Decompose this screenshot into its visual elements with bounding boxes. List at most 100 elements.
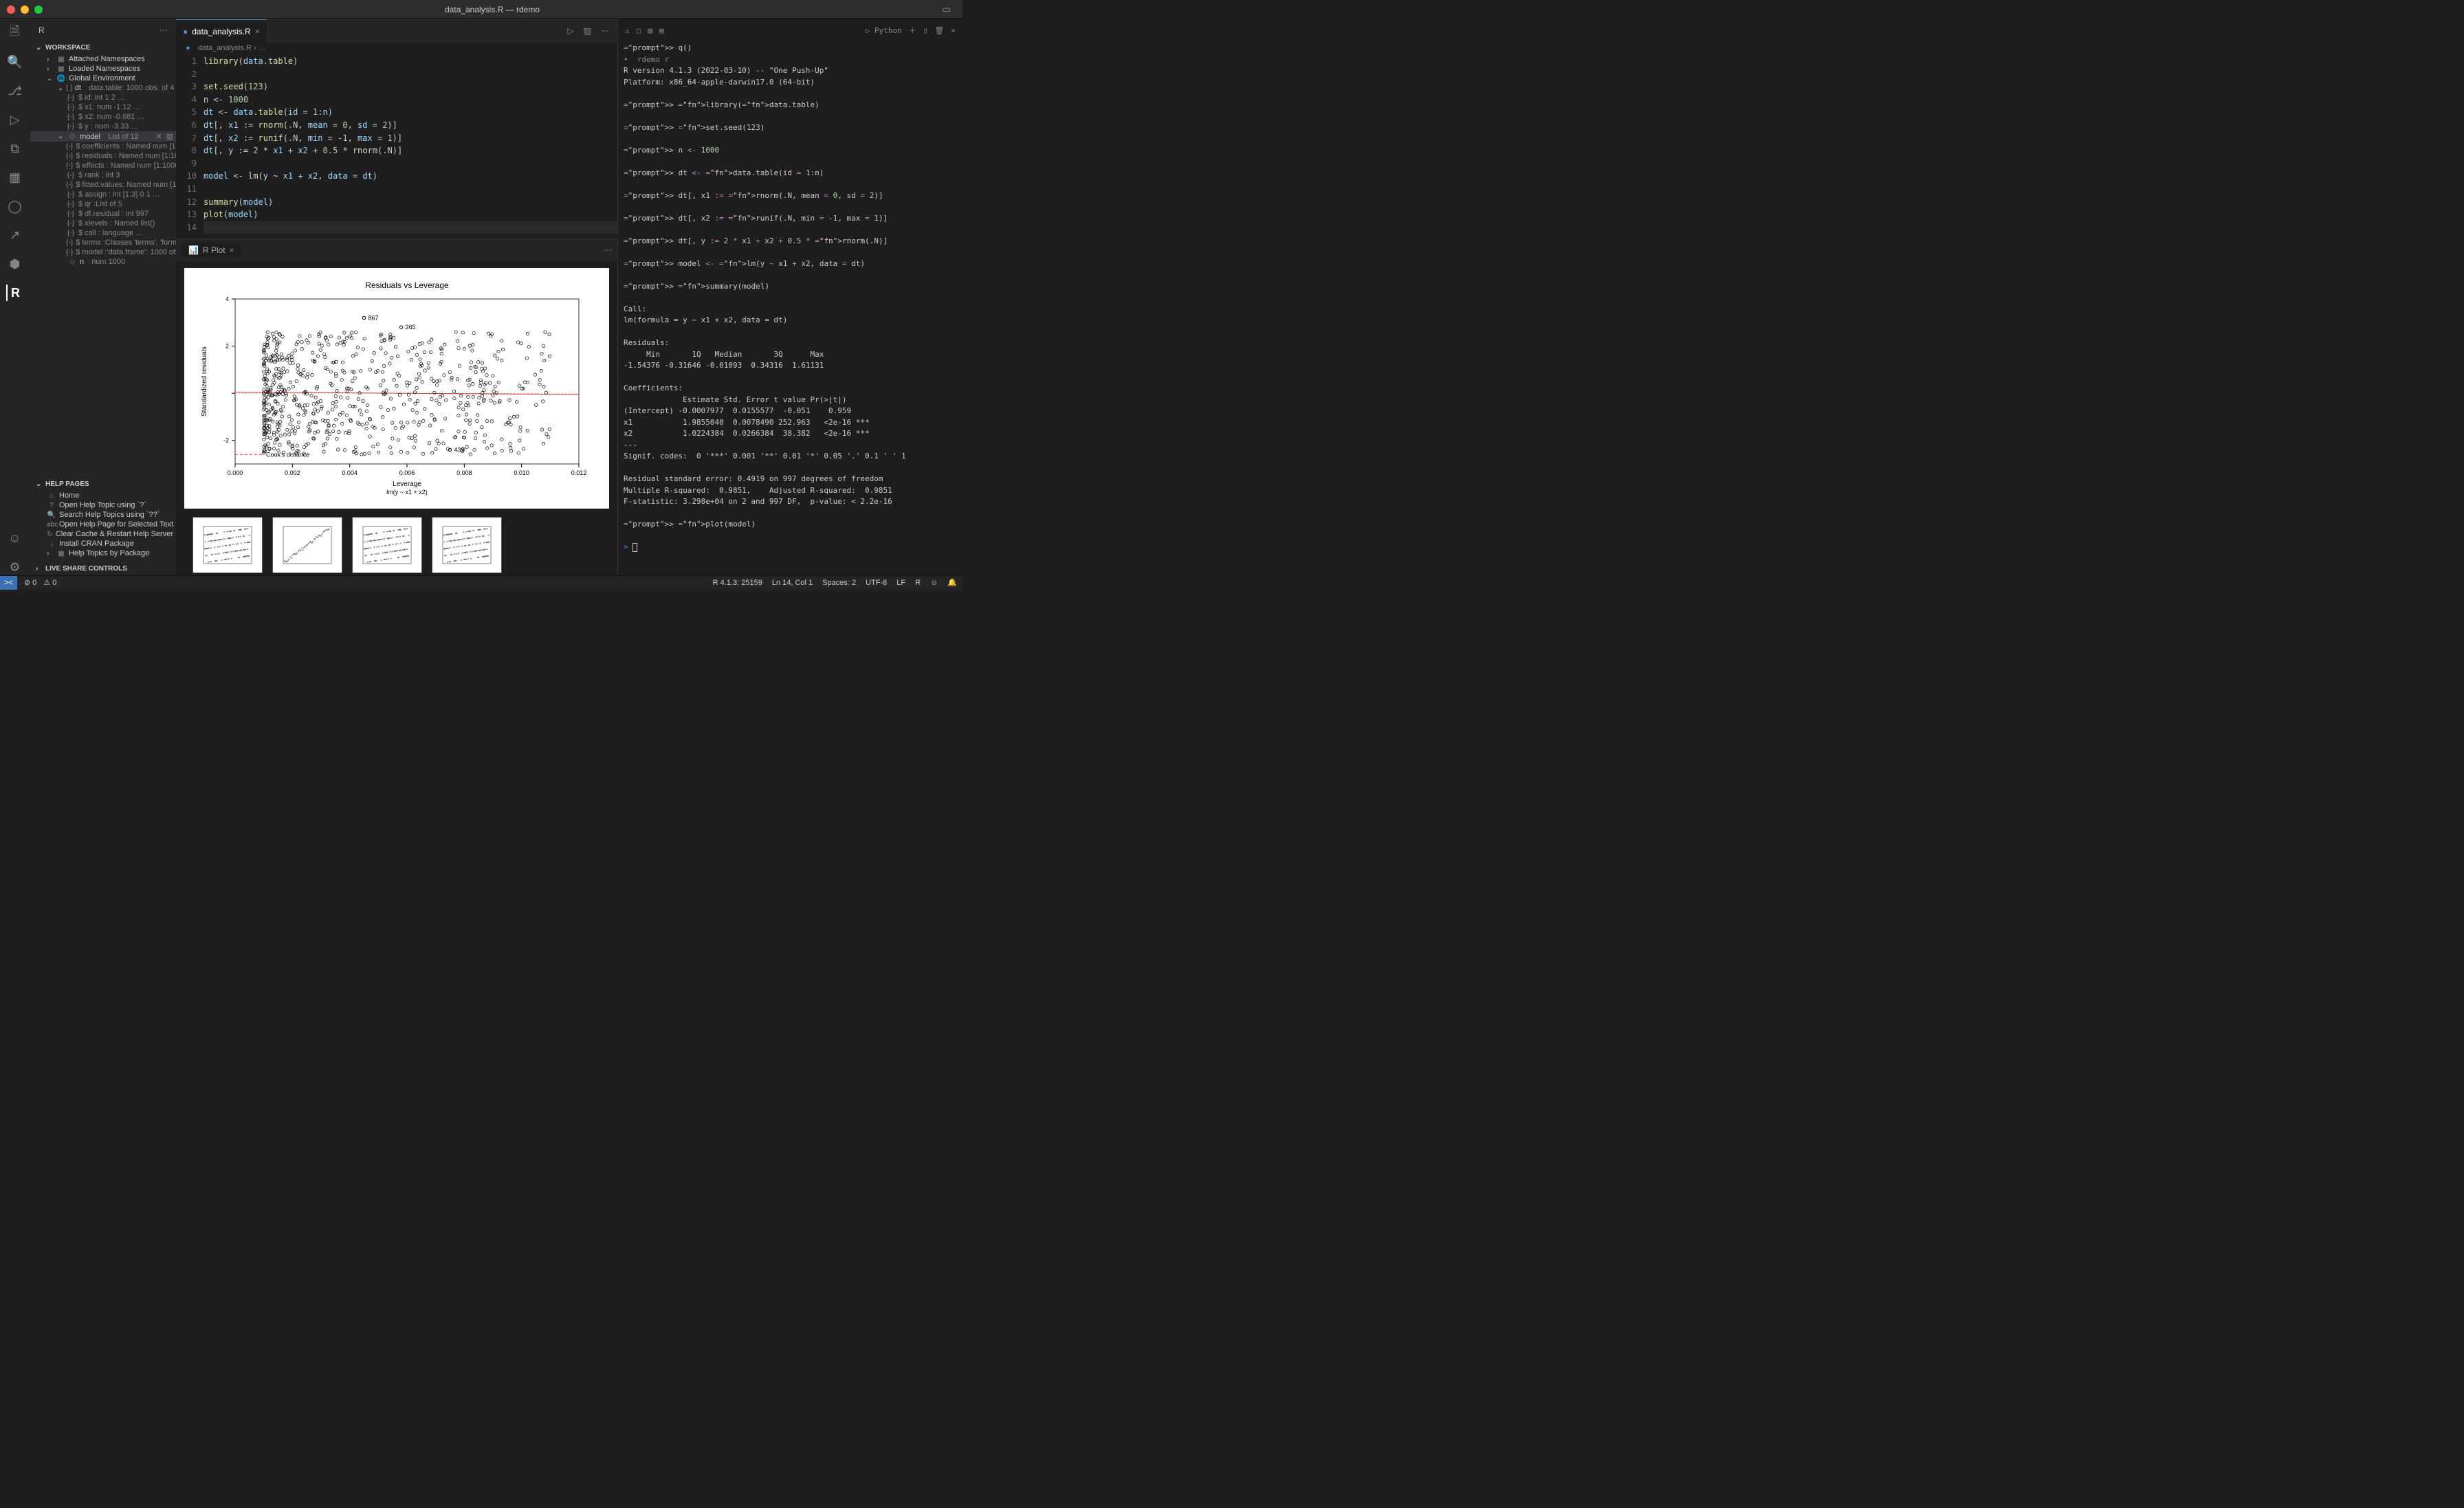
- r-version-status[interactable]: R 4.1.3: 25159: [713, 579, 762, 587]
- svg-text:439: 439: [454, 446, 465, 453]
- statusbar: >< ⊘ 0 ⚠ 0 R 4.1.3: 25159 Ln 14, Col 1 S…: [0, 575, 962, 589]
- plot-thumb-3[interactable]: [352, 517, 422, 573]
- var-n[interactable]: ◇n num 1000: [30, 257, 176, 267]
- bell-icon[interactable]: 🔔: [947, 578, 957, 587]
- feedback-icon[interactable]: ☺: [930, 579, 938, 587]
- more-icon[interactable]: ⋯: [160, 25, 168, 35]
- remote-indicator[interactable]: ><: [0, 576, 17, 590]
- tree-leaf[interactable]: {◦}$ rank : int 3: [30, 170, 176, 180]
- plot-more-icon[interactable]: ⋯: [604, 245, 612, 255]
- svg-text:Leverage: Leverage: [393, 480, 421, 488]
- tree-leaf[interactable]: {◦}$ effects : Named num [1:1000] -…: [30, 161, 176, 170]
- r-icon[interactable]: R: [6, 285, 23, 301]
- tree-leaf[interactable]: {◦}$ model :'data.frame': 1000 obs. …: [30, 247, 176, 257]
- accounts-icon[interactable]: ☺: [7, 530, 23, 546]
- toggle-icon[interactable]: ▢: [637, 26, 641, 35]
- close-window-button[interactable]: [7, 5, 15, 14]
- workspace-section-header[interactable]: ⌄WORKSPACE: [30, 41, 176, 54]
- search-icon[interactable]: 🔍: [7, 54, 23, 70]
- close-tab-icon[interactable]: ×: [255, 26, 261, 36]
- svg-text:867: 867: [368, 314, 379, 321]
- svg-text:265: 265: [406, 324, 416, 331]
- plot-thumb-2[interactable]: [272, 517, 342, 573]
- run-debug-icon[interactable]: ▷: [7, 111, 23, 128]
- var-model[interactable]: ⌄◇model List of 12✕▥: [30, 131, 176, 142]
- split-terminal-icon[interactable]: ▯: [923, 26, 928, 35]
- close-panel-icon[interactable]: ×: [951, 26, 956, 35]
- tree-leaf[interactable]: {◦}$ x1: num -1.12 …: [30, 102, 176, 112]
- maximize-window-button[interactable]: [34, 5, 43, 14]
- live-share-section[interactable]: ›LIVE SHARE CONTROLS: [30, 562, 176, 575]
- svg-text:0.004: 0.004: [342, 469, 358, 476]
- errors-count[interactable]: ⊘ 0: [24, 578, 36, 587]
- indent-status[interactable]: Spaces: 2: [822, 579, 856, 587]
- help-item[interactable]: ?Open Help Topic using `?`: [30, 500, 176, 510]
- cursor-position[interactable]: Ln 14, Col 1: [772, 579, 813, 587]
- tree-leaf[interactable]: {◦}$ y : num -3.33 …: [30, 122, 176, 131]
- python-shell-button[interactable]: ▷ Python: [866, 26, 902, 35]
- source-control-icon[interactable]: ⎇: [7, 82, 23, 99]
- run-icon[interactable]: ▷: [567, 26, 573, 36]
- docker-icon[interactable]: ⬢: [7, 256, 23, 272]
- tree-leaf[interactable]: {◦}$ id: int 1 2 …: [30, 93, 176, 102]
- svg-text:Residuals vs Leverage: Residuals vs Leverage: [365, 280, 449, 290]
- help-pages-section[interactable]: ⌄HELP PAGES: [30, 478, 176, 491]
- tree-leaf[interactable]: {◦}$ assign : int [1:3] 0 1 …: [30, 190, 176, 199]
- more-icon[interactable]: ⋯: [601, 26, 609, 36]
- panel-icon[interactable]: ▤: [659, 26, 664, 35]
- encoding-status[interactable]: UTF-8: [866, 579, 887, 587]
- explorer-icon[interactable]: 🗎: [7, 25, 23, 41]
- chart-icon: 📊: [188, 245, 199, 255]
- settings-icon[interactable]: ⚙: [7, 559, 23, 575]
- code-editor[interactable]: 1234567891011121314 library(data.table) …: [176, 54, 617, 239]
- svg-text:0.006: 0.006: [399, 469, 415, 476]
- terminal-header: ⚠ ▢ ▥ ▤ ▷ Python ＋ ▯ 🗑 ×: [618, 19, 962, 41]
- tree-leaf[interactable]: {◦}$ call : language …: [30, 228, 176, 238]
- minimize-window-button[interactable]: [21, 5, 29, 14]
- split-icon[interactable]: ▥: [584, 26, 591, 36]
- remote-icon[interactable]: ⧉: [7, 140, 23, 157]
- tree-leaf[interactable]: {◦}$ x2: num -0.681 …: [30, 112, 176, 122]
- plot-panel: 📊 R Plot × ⋯ Residuals vs Leverage0.0000…: [176, 239, 617, 575]
- open-view-icon[interactable]: ▥: [166, 132, 173, 141]
- language-mode[interactable]: R: [915, 579, 921, 587]
- extensions-icon[interactable]: ▦: [7, 169, 23, 186]
- github-icon[interactable]: ◯: [7, 198, 23, 214]
- loaded-namespaces[interactable]: ›▦Loaded Namespaces: [30, 64, 176, 74]
- tree-leaf[interactable]: {◦}$ df.residual : int 997: [30, 209, 176, 219]
- close-icon[interactable]: ✕: [155, 132, 162, 141]
- tree-leaf[interactable]: {◦}$ fitted.values: Named num [1:10…: [30, 180, 176, 190]
- help-item[interactable]: ›▦Help Topics by Package: [30, 548, 176, 558]
- attached-namespaces[interactable]: ›▦Attached Namespaces: [30, 54, 176, 64]
- eol-status[interactable]: LF: [896, 579, 905, 587]
- new-terminal-icon[interactable]: ＋: [909, 25, 916, 36]
- help-item[interactable]: ⌂Home: [30, 491, 176, 500]
- svg-text:Standardized residuals: Standardized residuals: [201, 346, 208, 417]
- tree-leaf[interactable]: {◦}$ qr :List of 5: [30, 199, 176, 209]
- editor-area: ● data_analysis.R × ▷ ▥ ⋯ ● data_analysi…: [176, 19, 617, 575]
- breadcrumb[interactable]: ● data_analysis.R › …: [176, 43, 617, 54]
- global-environment[interactable]: ⌄🌐Global Environment: [30, 74, 176, 83]
- var-dt[interactable]: ⌄[ ]dt data.table: 1000 obs. of 4 varia…: [30, 83, 176, 93]
- svg-text:0.008: 0.008: [456, 469, 472, 476]
- warning-icon[interactable]: ⚠: [625, 26, 630, 35]
- plot-thumb-1[interactable]: [192, 517, 263, 573]
- help-item[interactable]: abcOpen Help Page for Selected Text: [30, 520, 176, 529]
- plot-tab[interactable]: 📊 R Plot ×: [182, 243, 241, 258]
- panel-toggle-icon[interactable]: ▭: [942, 3, 956, 15]
- warnings-count[interactable]: ⚠ 0: [43, 578, 56, 587]
- trash-icon[interactable]: 🗑: [934, 26, 944, 35]
- tree-leaf[interactable]: {◦}$ coefficients : Named num [1:3]…: [30, 142, 176, 151]
- share-icon[interactable]: ↗: [7, 227, 23, 243]
- terminal-output[interactable]: ="prompt">> q()• rdemo rR version 4.1.3 …: [618, 41, 962, 575]
- help-item[interactable]: ↻Clear Cache & Restart Help Server: [30, 529, 176, 539]
- layout-icon[interactable]: ▥: [648, 26, 652, 35]
- tree-leaf[interactable]: {◦}$ xlevels : Named list(): [30, 219, 176, 228]
- plot-thumb-4[interactable]: [432, 517, 502, 573]
- tree-leaf[interactable]: {◦}$ residuals : Named num [1:1000…: [30, 151, 176, 161]
- help-item[interactable]: ↓Install CRAN Package: [30, 539, 176, 548]
- close-plot-icon[interactable]: ×: [230, 245, 234, 255]
- editor-tab-active[interactable]: ● data_analysis.R ×: [176, 19, 267, 43]
- help-item[interactable]: 🔍Search Help Topics using `??`: [30, 510, 176, 520]
- tree-leaf[interactable]: {◦}$ terms :Classes 'terms', 'formul…: [30, 238, 176, 247]
